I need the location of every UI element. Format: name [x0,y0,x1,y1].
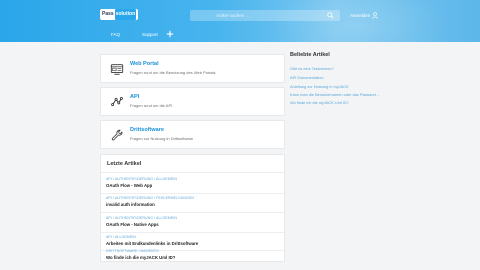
category-card-drittsoftware[interactable]: Drittsoftware Fragen zur Nutzung in Drit… [100,120,285,149]
popular-article-link[interactable]: Anleitung zur Nutzung in myJACK [290,84,349,89]
latest-articles-heading: Letzte Artikel [107,161,142,167]
popular-articles-heading: Beliebte Artikel [290,52,330,58]
article-breadcrumb: API / AUTHENTIFIZIERUNG / ALLGEMEIN [106,216,177,220]
nav-faq[interactable]: FAQ [111,32,120,37]
popular-article-link[interactable]: Kann man die Benutzernamen oder das Pass… [290,92,380,97]
category-description: Fragen zur Nutzung in Drittsoftware [130,136,194,141]
api-icon [111,97,123,107]
divider [101,193,286,194]
divider [101,232,286,233]
logo[interactable]: Pass solution [100,9,139,20]
article-title: invalid auth information [106,202,155,207]
article-title: Arbeiten mit Endkundenlinks in Drittsoft… [106,241,199,246]
category-title: Web Portal [130,61,159,67]
header-banner: Pass solution Anmelden FAQ Support [0,0,480,42]
article-item[interactable]: API / ALLGEMEIN Arbeiten mit Endkundenli… [106,235,281,246]
category-title: API [130,94,140,100]
logo-accent-text: solution [114,9,137,20]
article-breadcrumb: API / ALLGEMEIN [106,235,136,239]
article-title: OAuth Flow - Native Apps [106,222,159,227]
article-item[interactable]: API / AUTHENTIFIZIERUNG / ALLGEMEIN OAut… [106,177,281,188]
article-title: Wo finde ich die myJACK Uml ID? [106,255,176,260]
popular-article-link[interactable]: Wo finde ich die myJACK Uml ID? [290,100,349,105]
article-breadcrumb: API / AUTHENTIFIZIERUNG / FEHLERMELDUNGE… [106,196,194,200]
category-card-api[interactable]: API Fragen rund um die API [100,87,285,116]
search-bar [190,10,340,21]
nav-support[interactable]: Support [142,32,158,37]
article-item[interactable]: API / AUTHENTIFIZIERUNG / ALLGEMEIN OAut… [106,216,281,227]
divider [101,172,286,173]
article-item[interactable]: DRITTSOFTWARE / MAGENTO Wo finde ich die… [106,249,281,260]
article-title: OAuth Flow - Web App [106,183,153,188]
article-breadcrumb: API / AUTHENTIFIZIERUNG / ALLGEMEIN [106,177,177,181]
category-description: Fragen rund um die API [130,103,173,108]
category-title: Drittsoftware [130,127,164,133]
logo-text: Pass [102,11,114,17]
divider [101,212,286,213]
popular-articles-panel: Beliebte Artikel Gibt es eine Testversio… [290,52,390,105]
search-input[interactable] [216,11,316,20]
category-card-web-portal[interactable]: Web Portal Fragen rund um die Benutzung … [100,54,285,83]
popular-article-link[interactable]: Gibt es eine Testversion? [290,66,334,71]
user-icon[interactable] [372,12,378,19]
article-breadcrumb: DRITTSOFTWARE / MAGENTO [106,249,159,253]
search-icon[interactable] [327,12,334,19]
category-description: Fragen rund um die Benutzung des Web Por… [130,70,216,75]
plus-icon[interactable] [166,30,174,38]
main-nav: FAQ Support [0,28,480,42]
latest-articles-panel: Letzte Artikel API / AUTHENTIFIZIERUNG /… [100,154,286,262]
article-item[interactable]: API / AUTHENTIFIZIERUNG / FEHLERMELDUNGE… [106,196,281,207]
login-link[interactable]: Anmelden [350,13,370,18]
web-portal-icon [110,64,124,75]
wrench-icon [111,129,123,141]
popular-article-link[interactable]: API Dokumentation [290,75,324,80]
